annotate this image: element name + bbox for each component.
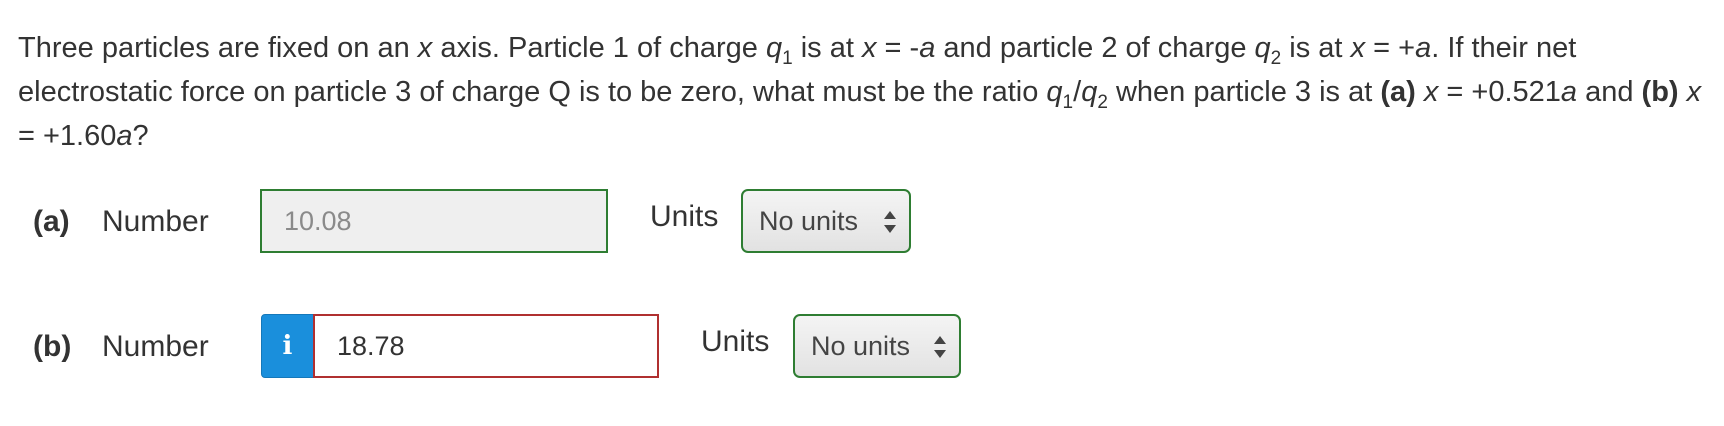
part-a-number-value: 10.08 <box>284 205 352 236</box>
question-text: Three particles are fixed on an x axis. … <box>18 32 1702 152</box>
part-a-number-label: Number <box>102 205 209 238</box>
info-button[interactable]: i <box>261 314 314 378</box>
up-down-arrows-icon <box>934 336 946 358</box>
part-a-units-value: No units <box>759 205 859 236</box>
up-down-arrows-icon <box>884 211 896 233</box>
part-b-number-label: Number <box>102 330 209 363</box>
part-b-units-label: Units <box>701 325 770 358</box>
part-b-number-input[interactable]: 18.78 <box>313 314 659 378</box>
part-b-units-value: No units <box>811 330 911 361</box>
part-b-label: (b) <box>33 330 72 363</box>
part-b-units-select[interactable]: No units <box>793 314 961 378</box>
part-a-units-label: Units <box>650 200 719 233</box>
part-a-number-input[interactable]: 10.08 <box>260 189 608 253</box>
part-b-number-value: 18.78 <box>337 330 405 361</box>
part-a-units-select[interactable]: No units <box>741 189 911 253</box>
part-a-label: (a) <box>33 205 70 238</box>
info-icon: i <box>282 331 293 361</box>
